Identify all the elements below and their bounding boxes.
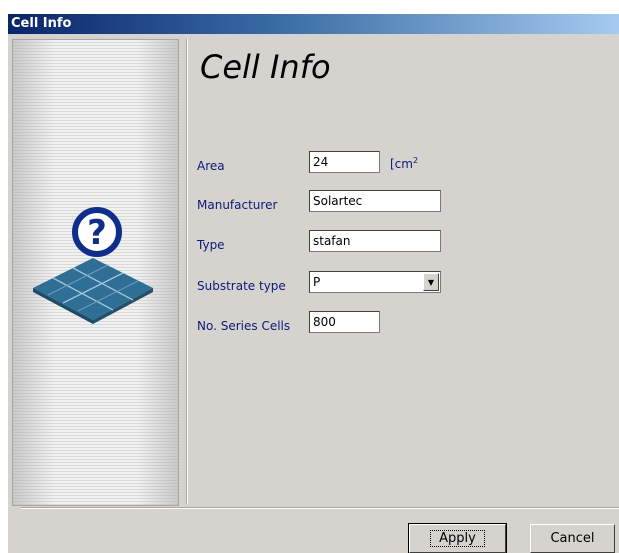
side-banner: ? (12, 39, 179, 506)
svg-text:?: ? (87, 213, 107, 253)
series-cells-input[interactable]: 800 (309, 311, 380, 333)
horizontal-divider (21, 507, 619, 508)
apply-button[interactable]: Apply (408, 523, 507, 553)
substrate-type-select[interactable]: P ▼ (309, 271, 441, 293)
title-bar[interactable]: Cell Info (8, 14, 619, 34)
area-unit: [cm2 (390, 156, 418, 171)
solar-panel-icon (33, 258, 153, 324)
question-mark-icon: ? (72, 207, 122, 257)
chevron-down-icon[interactable]: ▼ (423, 273, 439, 291)
manufacturer-input[interactable]: Solartec (309, 190, 441, 212)
series-cells-label: No. Series Cells (197, 319, 291, 333)
area-unit-exponent: 2 (412, 156, 419, 165)
apply-button-label: Apply (430, 530, 485, 547)
vertical-divider (186, 39, 187, 504)
substrate-type-value: P (313, 275, 321, 289)
type-label: Type (197, 238, 225, 252)
area-input[interactable]: 24 (309, 151, 380, 173)
manufacturer-label: Manufacturer (197, 198, 278, 212)
window-title: Cell Info (11, 16, 72, 31)
solar-help-illustration: ? (23, 200, 163, 330)
area-label: Area (197, 159, 225, 173)
type-input[interactable]: stafan (309, 230, 441, 252)
substrate-type-label: Substrate type (197, 279, 286, 293)
cell-info-window: Cell Info ? Cell Info Area 24 [cm2 Manuf… (8, 14, 619, 553)
cancel-button[interactable]: Cancel (530, 524, 615, 553)
page-title: Cell Info (200, 48, 331, 86)
area-unit-text: [cm (390, 157, 413, 171)
